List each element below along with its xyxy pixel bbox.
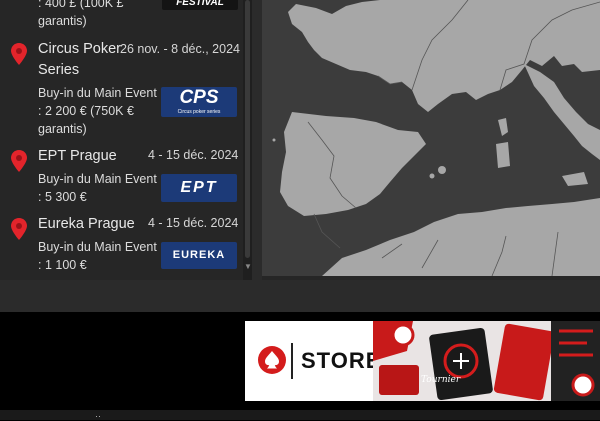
cps-logo[interactable]: CPS Circus poker series xyxy=(161,87,237,117)
cps-logo-subtext: Circus poker series xyxy=(177,109,221,115)
deck-brand-label: Tournier xyxy=(421,375,461,385)
section-band xyxy=(0,280,600,312)
list-scrollbar[interactable]: ▼ xyxy=(243,0,252,280)
logo-divider xyxy=(291,343,293,379)
tournament-panel: : 400 £ (100K £ garantis) FESTIVAL Circu… xyxy=(0,0,600,280)
event-name-circus[interactable]: Circus Poker Series xyxy=(38,39,123,81)
card-deck-photo: Tournier xyxy=(373,321,600,401)
card-deck-image xyxy=(373,321,600,401)
spade-icon xyxy=(258,346,286,374)
store-ad-logo: STORE xyxy=(245,321,380,401)
store-ad-banner[interactable]: STORE Tournier xyxy=(245,321,600,401)
event-buyin-eureka: Buy-in du Main Event : 1 100 € xyxy=(38,240,157,272)
chevron-down-icon[interactable]: ▼ xyxy=(244,262,252,272)
event-buyin-prev: : 400 £ (100K £ garantis) xyxy=(38,0,124,28)
panel-divider xyxy=(252,0,262,280)
event-dates-eureka: 4 - 15 déc. 2024 xyxy=(148,216,239,230)
map-pin-icon xyxy=(11,43,27,65)
event-name-ept[interactable]: EPT Prague xyxy=(38,146,148,167)
scrollbar-thumb[interactable] xyxy=(245,0,250,258)
eureka-logo[interactable]: EUREKA xyxy=(161,242,237,269)
event-buyin-ept: Buy-in du Main Event : 5 300 € xyxy=(38,172,157,204)
event-name-eureka[interactable]: Eureka Prague xyxy=(38,214,148,235)
map-pin-icon xyxy=(11,218,27,240)
tournament-list[interactable]: : 400 £ (100K £ garantis) FESTIVAL Circu… xyxy=(0,0,250,280)
event-buyin-circus: Buy-in du Main Event : 2 200 € (750K € g… xyxy=(38,86,157,136)
event-dates-circus: 26 nov. - 8 déc., 2024 xyxy=(120,42,240,56)
map-view[interactable] xyxy=(262,0,600,276)
ept-logo[interactable]: EPT xyxy=(161,174,237,202)
map-pin-icon xyxy=(11,150,27,172)
footer-strip: ·· xyxy=(0,410,600,421)
festival-logo: FESTIVAL xyxy=(162,0,238,10)
cps-logo-text: CPS xyxy=(179,87,219,108)
map-image xyxy=(262,0,600,276)
store-label: STORE xyxy=(301,348,382,373)
event-dates-ept: 4 - 15 déc. 2024 xyxy=(148,148,239,162)
